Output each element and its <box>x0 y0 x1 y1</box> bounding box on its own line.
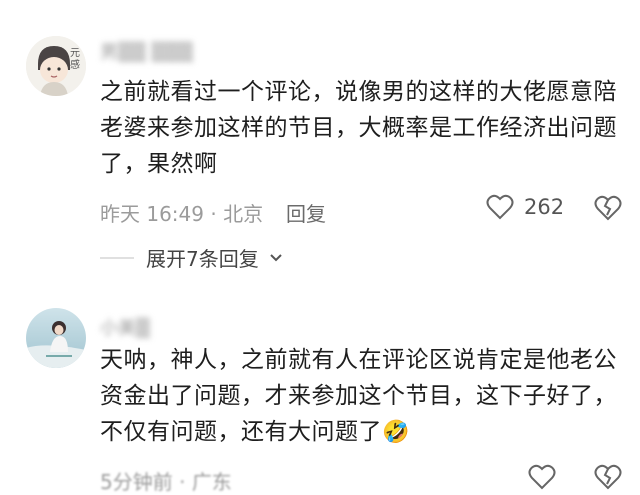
expand-replies[interactable]: 展开7条回复 <box>100 243 283 272</box>
reply-button[interactable]: 回复 <box>286 198 326 227</box>
username[interactable]: 小美▒ <box>100 314 150 339</box>
dislike-button[interactable] <box>594 464 622 494</box>
meta-separator: · <box>210 202 217 226</box>
timestamp: 昨天 16:49 <box>100 202 204 226</box>
avatar[interactable] <box>26 308 86 368</box>
username[interactable]: 男▒▒ ▒▒▒ <box>100 38 193 63</box>
comment-1: 元感 男▒▒ ▒▒▒ 之前就看过一个评论，说像男的这样的大佬愿意陪老婆来参加这样… <box>0 0 640 290</box>
location: 广东 <box>191 470 232 494</box>
heart-outline-icon <box>486 194 514 220</box>
heart-outline-icon <box>528 464 556 490</box>
timestamp: 5分钟前 <box>100 470 173 494</box>
comment-body: 天呐，神人，之前就有人在评论区说肯定是他老公资金出了问题，才来参加这个节目，这下… <box>100 347 617 445</box>
photo-avatar-icon <box>26 308 86 368</box>
comment-meta: 昨天 16:49 · 北京 <box>100 198 263 227</box>
avatar[interactable]: 元感 <box>26 36 86 96</box>
chevron-down-icon[interactable] <box>269 253 283 263</box>
laughing-emoji-icon: 🤣 <box>382 420 410 445</box>
meta-separator: · <box>179 470 186 494</box>
broken-heart-icon <box>594 464 622 490</box>
comment-2: 小美▒ 天呐，神人，之前就有人在评论区说肯定是他老公资金出了问题，才来参加这个节… <box>0 290 640 494</box>
like-count: 262 <box>524 195 565 219</box>
comment-text: 之前就看过一个评论，说像男的这样的大佬愿意陪老婆来参加这样的节目，大概率是工作经… <box>100 79 617 177</box>
avatar-caption: 元感 <box>70 48 80 71</box>
comment-text: 天呐，神人，之前就有人在评论区说肯定是他老公资金出了问题，才来参加这个节目，这下… <box>100 342 620 451</box>
location: 北京 <box>223 202 264 226</box>
like-button[interactable] <box>528 464 556 490</box>
comment-meta: 5分钟前 · 广东 <box>100 466 232 495</box>
divider <box>100 256 134 259</box>
dislike-button[interactable] <box>594 195 622 225</box>
expand-replies-label[interactable]: 展开7条回复 <box>146 243 259 272</box>
broken-heart-icon <box>594 195 622 221</box>
like-button[interactable]: 262 <box>486 194 564 220</box>
